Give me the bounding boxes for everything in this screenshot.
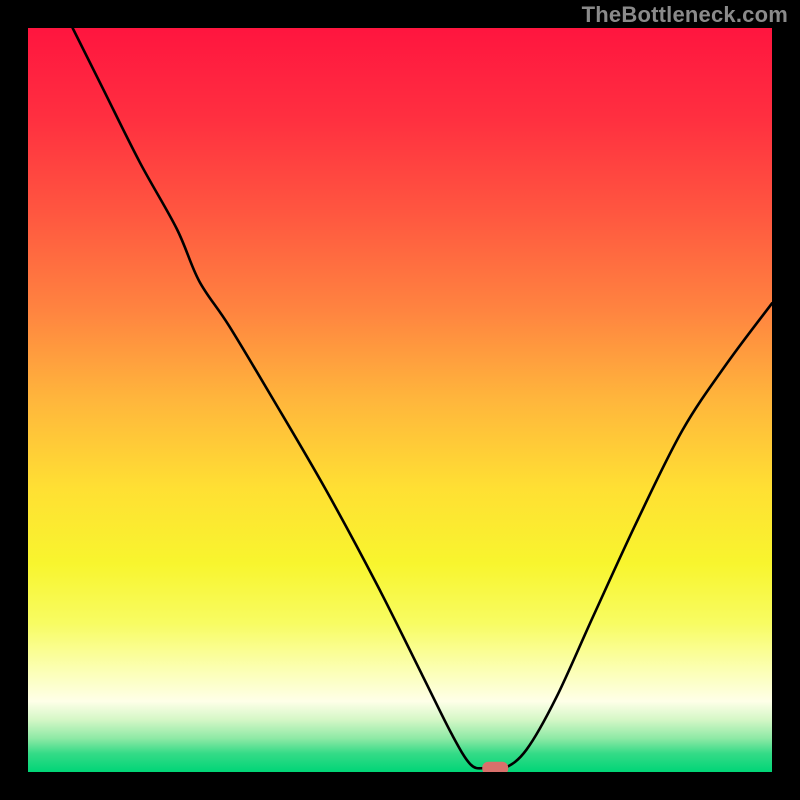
chart-frame: TheBottleneck.com xyxy=(0,0,800,800)
optimal-marker xyxy=(482,762,508,772)
plot-area xyxy=(28,28,772,772)
plot-svg xyxy=(28,28,772,772)
watermark-text: TheBottleneck.com xyxy=(582,2,788,28)
gradient-background xyxy=(28,28,772,772)
